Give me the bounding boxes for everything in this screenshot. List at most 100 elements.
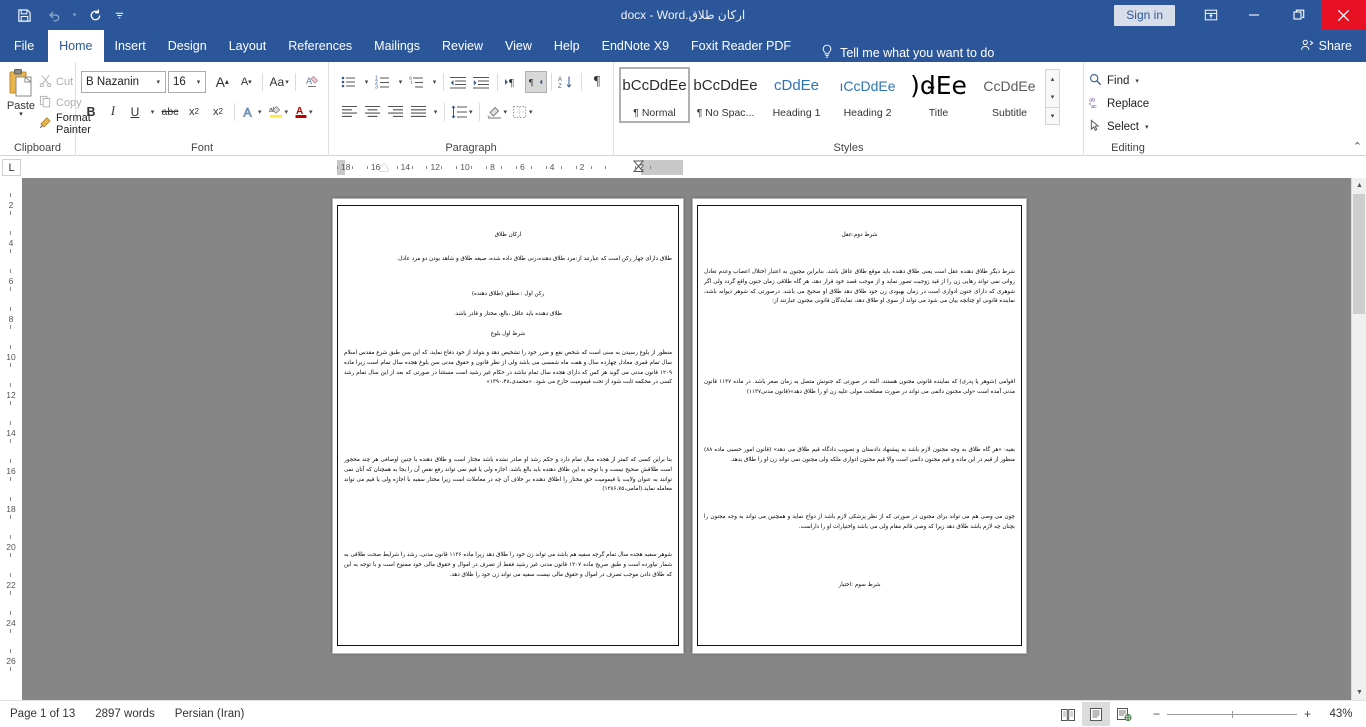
collapse-ribbon-icon[interactable]: ⌃ <box>1353 140 1362 153</box>
paragraph[interactable]: منظور از بلوغ رسيدن به سنی است كه شخص نف… <box>344 349 672 388</box>
increase-indent-icon[interactable] <box>471 71 493 93</box>
tab-layout[interactable]: Layout <box>218 30 278 62</box>
scroll-down-icon[interactable]: ▾ <box>1046 89 1059 106</box>
line-spacing-icon[interactable]: ▾ <box>449 101 475 123</box>
sort-icon[interactable]: AZ <box>555 71 577 93</box>
style-heading-2[interactable]: ıCcDdEe Heading 2 <box>832 67 903 123</box>
font-name-combo[interactable]: B Nazanin ▾ <box>81 70 166 93</box>
web-layout-button[interactable] <box>1110 702 1138 726</box>
vertical-scrollbar[interactable]: ▲ ▼ <box>1351 178 1366 700</box>
style-subtitle[interactable]: CcDdEe Subtitle <box>974 67 1045 123</box>
first-line-indent-marker[interactable] <box>379 163 389 171</box>
paragraph[interactable]: طلاق دارای چهار ركن است كه عبارتند از:مر… <box>344 255 672 265</box>
styles-gallery-scroll[interactable]: ▴ ▾ ▾ <box>1045 69 1060 125</box>
paragraph[interactable]: شرط دوم:عقل <box>704 231 1015 241</box>
zoom-out-button[interactable]: − <box>1146 707 1167 721</box>
font-color-button[interactable]: A ▾ <box>292 101 315 123</box>
chevron-down-icon[interactable]: ▾ <box>153 78 163 86</box>
style-heading-1[interactable]: cDdEe Heading 1 <box>761 67 832 123</box>
tell-me-search[interactable]: Tell me what you want to do <box>802 44 994 62</box>
left-to-right-icon[interactable]: ¶ <box>502 71 524 93</box>
paragraph[interactable]: شرط ديگر طلاق دهنده عقل است يعنی طلاق ده… <box>704 268 1015 307</box>
paragraph[interactable]: بنا براين كسی كه كمتر از هجده سال تمام د… <box>344 456 672 495</box>
shrink-font-button[interactable]: A ▾ <box>235 71 257 93</box>
more-styles-icon[interactable]: ▾ <box>1046 107 1059 124</box>
align-right-icon[interactable] <box>384 101 406 123</box>
scroll-up-icon[interactable]: ▲ <box>1352 178 1366 193</box>
find-dropdown-icon[interactable]: ▾ <box>1134 77 1139 85</box>
paragraph[interactable]: چون می وصی هم می تواند برای مجنون در صور… <box>704 513 1015 533</box>
change-case-button[interactable]: Aa ▾ <box>268 71 290 93</box>
paragraph[interactable]: شوهر سفيه هجده سال تمام گرچه سفيه هم باش… <box>344 551 672 580</box>
font-size-combo[interactable]: 16 ▾ <box>167 70 207 93</box>
text-highlight-button[interactable]: ab▾ <box>266 101 291 123</box>
justify-icon[interactable] <box>407 101 429 123</box>
tab-foxit-reader-pdf[interactable]: Foxit Reader PDF <box>680 30 802 62</box>
bullets-dropdown-icon[interactable]: ▾ <box>361 71 371 93</box>
document-page-left[interactable]: اركان طلاق طلاق دارای چهار ركن است كه عب… <box>332 198 684 654</box>
paragraph[interactable]: طلاق دهنده بايد عاقل ،بالغ، مختار و قادر… <box>344 310 672 320</box>
share-button[interactable]: Share <box>1300 30 1366 62</box>
tab-home[interactable]: Home <box>48 30 104 62</box>
word-count-status[interactable]: 2897 words <box>85 708 164 720</box>
zoom-level-button[interactable]: 43% <box>1326 708 1366 720</box>
tab-references[interactable]: References <box>277 30 363 62</box>
vertical-ruler[interactable]: 2 4 6 8 10 12 14 16 18 20 22 24 26 <box>0 178 22 700</box>
strikethrough-button[interactable]: abc <box>159 101 181 123</box>
tab-file[interactable]: File <box>0 30 48 62</box>
superscript-button[interactable]: x2 <box>207 101 229 123</box>
style-no-spacing[interactable]: bCcDdEe ¶ No Spac... <box>690 67 761 123</box>
grow-font-button[interactable]: A ▴ <box>211 71 233 93</box>
bold-button[interactable]: B <box>81 101 101 123</box>
tab-mailings[interactable]: Mailings <box>363 30 431 62</box>
zoom-track[interactable] <box>1166 710 1297 718</box>
style-title[interactable]: )d̵Ee Title <box>903 67 974 123</box>
ribbon-display-options-icon[interactable] <box>1191 0 1231 30</box>
undo-dropdown-icon[interactable]: ▾ <box>70 3 79 27</box>
clear-formatting-icon[interactable]: A <box>301 71 323 93</box>
tab-view[interactable]: View <box>494 30 543 62</box>
read-mode-button[interactable] <box>1054 702 1082 726</box>
tab-help[interactable]: Help <box>543 30 591 62</box>
scrollbar-thumb[interactable] <box>1353 194 1365 314</box>
minimize-icon[interactable] <box>1231 0 1276 30</box>
text-effects-button[interactable]: A ▾ <box>240 101 264 123</box>
customize-quick-access-icon[interactable] <box>111 3 127 27</box>
sign-in-button[interactable]: Sign in <box>1114 4 1175 26</box>
zoom-in-button[interactable]: + <box>1297 707 1318 721</box>
find-button[interactable]: Find ▾ <box>1089 69 1167 92</box>
underline-button[interactable]: U <box>125 101 145 123</box>
restore-icon[interactable] <box>1276 0 1321 30</box>
paragraph[interactable]: شرط اول بلوغ <box>344 330 672 340</box>
tab-design[interactable]: Design <box>157 30 218 62</box>
redo-icon[interactable] <box>81 3 109 27</box>
bullets-icon[interactable] <box>338 71 360 93</box>
italic-button[interactable]: I <box>103 101 123 123</box>
paragraph[interactable]: شرط سوم :اختيار <box>704 581 1015 591</box>
tab-stop-selector[interactable]: L <box>2 159 21 176</box>
align-left-icon[interactable] <box>338 101 360 123</box>
undo-icon[interactable] <box>40 3 68 27</box>
underline-dropdown-icon[interactable]: ▾ <box>147 101 157 123</box>
paste-dropdown-icon[interactable]: ▾ <box>19 111 23 118</box>
horizontal-ruler[interactable]: 18 16 14 12 10 8 6 4 2 2 <box>337 160 683 175</box>
tab-endnote-x9[interactable]: EndNote X9 <box>591 30 680 62</box>
subscript-button[interactable]: x2 <box>183 101 205 123</box>
zoom-slider[interactable]: − + <box>1138 707 1326 721</box>
select-button[interactable]: Select ▾ <box>1089 115 1167 138</box>
right-indent-marker[interactable] <box>632 160 645 175</box>
align-center-icon[interactable] <box>361 101 383 123</box>
paragraph[interactable]: ركن اول : مطلق (طلاق دهنده) <box>344 290 672 300</box>
shading-icon[interactable]: ▾ <box>484 101 510 123</box>
paste-button[interactable]: Paste ▾ <box>5 65 37 140</box>
document-page-right[interactable]: شرط دوم:عقل شرط ديگر طلاق دهنده عقل است … <box>692 198 1027 654</box>
replace-button[interactable]: ab ac Replace <box>1089 92 1167 115</box>
multilevel-list-icon[interactable]: ai <box>406 71 428 93</box>
paragraph[interactable]: اقوامی (شوهر يا پدری) كه نماينده قانونی … <box>704 378 1015 398</box>
print-layout-button[interactable] <box>1081 702 1110 726</box>
numbering-icon[interactable]: 123 <box>372 71 394 93</box>
select-dropdown-icon[interactable]: ▾ <box>1144 123 1149 131</box>
right-to-left-icon[interactable]: ¶ <box>524 70 547 93</box>
scroll-up-icon[interactable]: ▴ <box>1046 70 1059 87</box>
tab-review[interactable]: Review <box>431 30 494 62</box>
